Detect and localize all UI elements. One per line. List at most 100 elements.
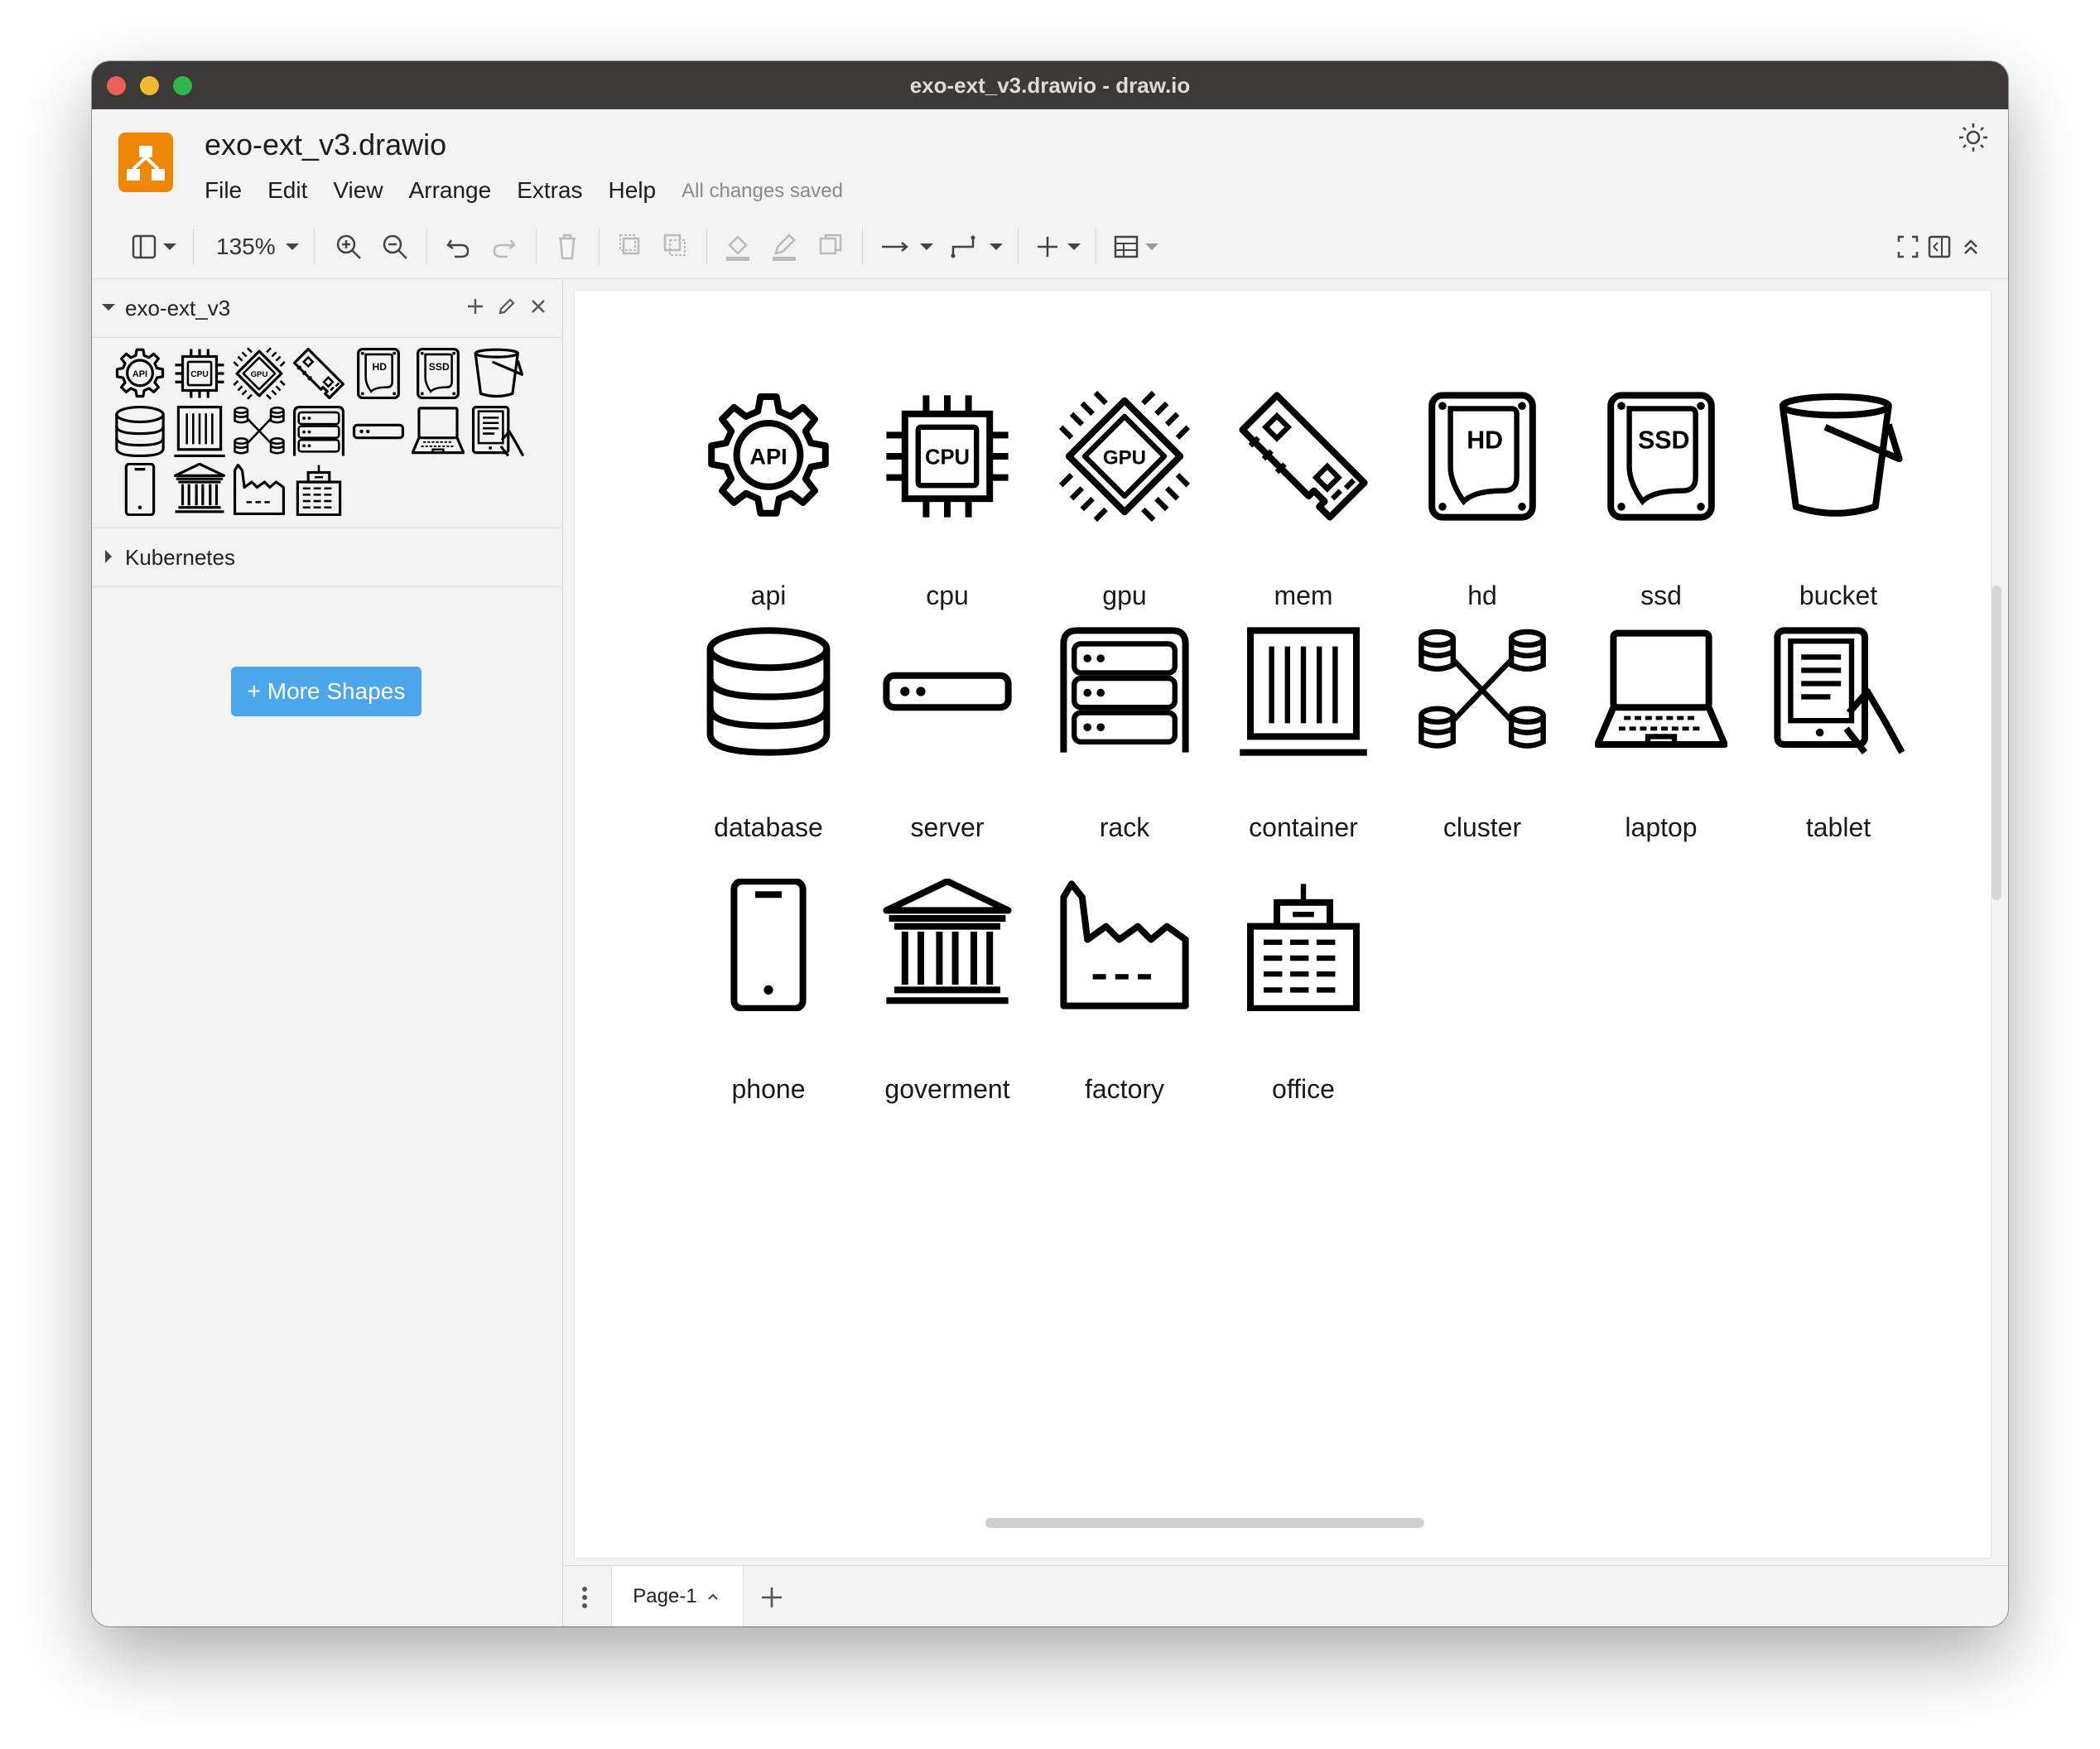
- shape-api[interactable]: api: [686, 390, 851, 622]
- arrow-right-icon: [882, 242, 933, 252]
- more-shapes-button[interactable]: + More Shapes: [231, 667, 421, 716]
- horizontal-scrollbar[interactable]: [985, 1518, 1424, 1528]
- to-front-button[interactable]: [615, 230, 645, 263]
- shape-label: laptop: [1625, 812, 1698, 842]
- cpu-thumbnail[interactable]: [173, 347, 226, 400]
- menu-bar: File Edit View Arrange Extras Help All c…: [205, 177, 869, 204]
- zoom-in-button[interactable]: [334, 230, 364, 263]
- fill-color-button[interactable]: [723, 230, 753, 263]
- laptop-thumbnail[interactable]: [412, 405, 465, 458]
- shape-tablet[interactable]: tablet: [1756, 625, 1921, 854]
- shape-label: rack: [1099, 812, 1150, 842]
- shape-phone[interactable]: phone: [686, 879, 851, 1115]
- menu-file[interactable]: File: [205, 177, 242, 204]
- table-icon: [1114, 235, 1158, 258]
- cpu-icon: [881, 390, 1014, 523]
- format-panel-button[interactable]: [1925, 230, 1953, 263]
- menu-edit[interactable]: Edit: [267, 177, 307, 204]
- memory-icon: [1237, 390, 1370, 523]
- shape-bucket[interactable]: bucket: [1756, 390, 1921, 622]
- connection-style-button[interactable]: [879, 230, 942, 263]
- phone-thumbnail[interactable]: [113, 463, 166, 516]
- undo-icon: [446, 239, 470, 258]
- undo-button[interactable]: [443, 230, 473, 263]
- shape-ssd[interactable]: ssd: [1578, 390, 1744, 622]
- gpu-thumbnail[interactable]: [233, 347, 286, 400]
- shape-database[interactable]: database: [686, 625, 851, 854]
- shape-laptop[interactable]: laptop: [1578, 625, 1744, 854]
- zoom-level: 135%: [216, 234, 276, 259]
- api-icon: [702, 390, 835, 523]
- shape-label: cluster: [1443, 812, 1522, 842]
- menu-help[interactable]: Help: [609, 177, 657, 204]
- shape-label: database: [714, 812, 823, 842]
- shape-rack[interactable]: rack: [1042, 625, 1207, 854]
- redo-button[interactable]: [489, 230, 519, 263]
- theme-sun-icon[interactable]: [1957, 121, 1990, 154]
- cluster-icon: [1416, 625, 1549, 758]
- waypoints-button[interactable]: [948, 230, 1011, 263]
- add-shape-icon[interactable]: [465, 296, 486, 317]
- government-icon: [881, 879, 1014, 1011]
- bucket-thumbnail[interactable]: [471, 347, 524, 400]
- kubernetes-section[interactable]: Kubernetes: [92, 528, 562, 587]
- shape-server[interactable]: server: [865, 625, 1030, 854]
- menu-extras[interactable]: Extras: [517, 177, 582, 204]
- shape-factory[interactable]: factory: [1042, 879, 1207, 1115]
- shadow-button[interactable]: [816, 230, 845, 263]
- insert-button[interactable]: [1034, 230, 1089, 263]
- more-vertical-icon[interactable]: [576, 1581, 593, 1614]
- menu-view[interactable]: View: [333, 177, 383, 204]
- to-back-button[interactable]: [660, 230, 690, 263]
- zoom-out-button[interactable]: [380, 230, 410, 263]
- zoom-dropdown[interactable]: 135%: [216, 230, 304, 263]
- shape-label: ssd: [1640, 581, 1682, 610]
- shape-cpu[interactable]: cpu: [865, 390, 1030, 622]
- shape-label: server: [910, 812, 985, 842]
- file-name[interactable]: exo-ext_v3.drawio: [205, 128, 446, 162]
- shape-cluster[interactable]: cluster: [1399, 625, 1565, 854]
- waypoints-icon: [951, 235, 1003, 258]
- ssd-thumbnail[interactable]: [412, 347, 465, 400]
- fullscreen-button[interactable]: [1894, 230, 1922, 263]
- title-bar: exo-ext_v3.drawio - draw.io: [92, 61, 2008, 110]
- menu-arrange[interactable]: Arrange: [409, 177, 492, 204]
- line-color-button[interactable]: [769, 230, 799, 263]
- api-thumbnail[interactable]: [113, 347, 166, 400]
- shape-label: phone: [731, 1074, 806, 1104]
- library-header[interactable]: exo-ext_v3: [92, 279, 562, 338]
- shape-goverment[interactable]: goverment: [865, 879, 1030, 1115]
- shape-label: factory: [1084, 1074, 1165, 1104]
- collapse-toolbar-button[interactable]: [1958, 230, 1983, 263]
- hard-disk-icon: [1416, 390, 1549, 523]
- shape-label: bucket: [1799, 581, 1878, 610]
- edit-library-icon[interactable]: [496, 296, 518, 317]
- shape-container[interactable]: container: [1221, 625, 1386, 854]
- shape-gpu[interactable]: gpu: [1042, 390, 1207, 622]
- canvas-area[interactable]: api cpu gpu mem hd ssd bucket database server rac…: [563, 279, 2008, 1558]
- container-thumbnail[interactable]: [173, 405, 226, 458]
- hd-thumbnail[interactable]: [352, 347, 405, 400]
- close-library-icon[interactable]: [527, 296, 549, 317]
- mem-thumbnail[interactable]: [292, 347, 345, 400]
- server-thumbnail[interactable]: [352, 405, 405, 458]
- government-thumbnail[interactable]: [173, 463, 226, 516]
- cluster-thumbnail[interactable]: [233, 405, 286, 458]
- page-tab[interactable]: Page-1: [611, 1566, 744, 1626]
- tablet-thumbnail[interactable]: [471, 405, 524, 458]
- shape-mem[interactable]: mem: [1221, 390, 1386, 622]
- add-page-icon[interactable]: [755, 1581, 788, 1614]
- shapes-sidebar: exo-ext_v3 Kubernetes + More Shapes: [92, 279, 563, 1626]
- format-panel-toggle[interactable]: [130, 230, 180, 263]
- database-thumbnail[interactable]: [113, 405, 166, 458]
- pencil-icon: [773, 234, 796, 261]
- delete-button[interactable]: [552, 230, 582, 263]
- shape-hd[interactable]: hd: [1399, 390, 1565, 622]
- rack-thumbnail[interactable]: [292, 405, 345, 458]
- diagram-page[interactable]: api cpu gpu mem hd ssd bucket database server rac…: [575, 291, 1991, 1558]
- table-button[interactable]: [1112, 230, 1167, 263]
- shape-office[interactable]: office: [1221, 879, 1386, 1115]
- office-thumbnail[interactable]: [292, 463, 345, 516]
- factory-thumbnail[interactable]: [233, 463, 286, 516]
- vertical-scrollbar[interactable]: [1992, 585, 2001, 900]
